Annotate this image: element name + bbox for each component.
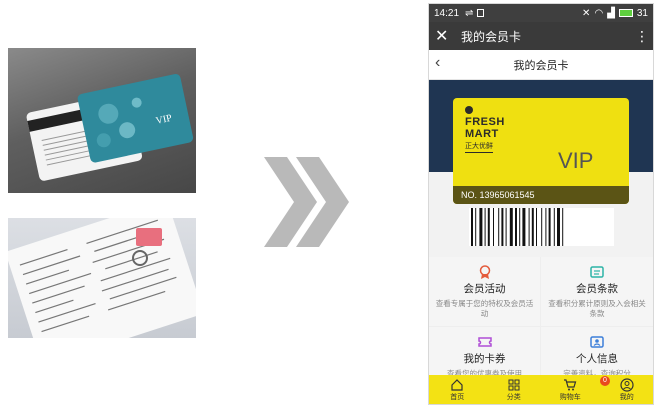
- more-options-icon[interactable]: ⋮: [635, 28, 649, 45]
- window-title: 我的会员卡: [461, 29, 522, 44]
- member-card-section: FRESH MART 正大优鲜 VIP NO. 13965061545: [429, 80, 653, 257]
- mute-icon: ✕: [582, 7, 591, 19]
- award-icon: [479, 265, 490, 279]
- brand-logo-icon: [465, 106, 473, 114]
- cart-icon: [564, 379, 577, 391]
- menu-item-member-activities[interactable]: 会员活动 查看专属于您的特权及会员活动: [429, 257, 541, 327]
- status-bar: 14:21 ⇌ ✕ ◠ ▟ 31: [429, 4, 653, 22]
- barcode: [469, 208, 614, 246]
- user-icon: [620, 378, 634, 392]
- tab-profile[interactable]: 我的: [599, 375, 654, 404]
- tab-category[interactable]: 分类: [486, 375, 543, 404]
- phone-screen: 14:21 ⇌ ✕ ◠ ▟ 31 ✕ 我的会员卡 ⋮ ‹ 我的会员卡 FRESH…: [428, 3, 654, 405]
- menu-item-desc: 查看积分累计原则及入会相关条款: [548, 299, 646, 318]
- menu-item-member-terms[interactable]: 会员条款 查看积分累计原则及入会相关条款: [541, 257, 653, 327]
- receipts-photo: [8, 218, 196, 338]
- battery-icon: [618, 9, 633, 17]
- tab-label: 首页: [450, 394, 465, 401]
- wifi-icon: ◠: [594, 7, 604, 19]
- battery-level: 31: [636, 7, 648, 19]
- document-icon: [590, 266, 604, 278]
- brand-subtitle: 正大优鲜: [465, 141, 493, 153]
- membership-cards-photo: VIP: [8, 48, 196, 193]
- usb-icon: ⇌: [465, 7, 474, 19]
- ticket-icon: [477, 337, 492, 347]
- signal-icon: ▟: [607, 7, 615, 19]
- menu-item-title: 会员活动: [463, 283, 506, 295]
- close-icon[interactable]: ✕: [435, 26, 461, 46]
- back-icon[interactable]: ‹: [435, 54, 440, 72]
- menu-item-desc: 查看专属于您的特权及会员活动: [435, 299, 534, 318]
- bottom-tab-bar: 首页 分类 0 购物车 我的: [429, 375, 654, 404]
- tab-label: 我的: [619, 394, 634, 401]
- double-chevron-arrow: [262, 152, 352, 252]
- menu-item-title: 会员条款: [576, 283, 618, 295]
- notification-icon: [477, 9, 485, 17]
- nav-bar: ‹ 我的会员卡: [429, 50, 653, 80]
- grid-icon: [508, 379, 520, 391]
- vip-member-card[interactable]: FRESH MART 正大优鲜 VIP NO. 13965061545: [453, 98, 629, 204]
- menu-item-title: 个人信息: [576, 353, 618, 365]
- title-bar: ✕ 我的会员卡 ⋮: [429, 22, 653, 50]
- brand-name: FRESH MART: [465, 116, 505, 140]
- page-title: 我的会员卡: [513, 59, 569, 72]
- card-tier: VIP: [558, 148, 594, 173]
- tab-home[interactable]: 首页: [429, 375, 486, 404]
- id-card-icon: [590, 336, 604, 348]
- status-time: 14:21: [434, 7, 460, 19]
- menu-item-title: 我的卡券: [463, 353, 506, 365]
- card-number: NO. 13965061545: [453, 186, 629, 204]
- tab-label: 购物车: [559, 394, 581, 401]
- home-icon: [451, 379, 463, 391]
- tab-cart[interactable]: 0 购物车: [542, 375, 610, 404]
- tab-label: 分类: [506, 394, 521, 401]
